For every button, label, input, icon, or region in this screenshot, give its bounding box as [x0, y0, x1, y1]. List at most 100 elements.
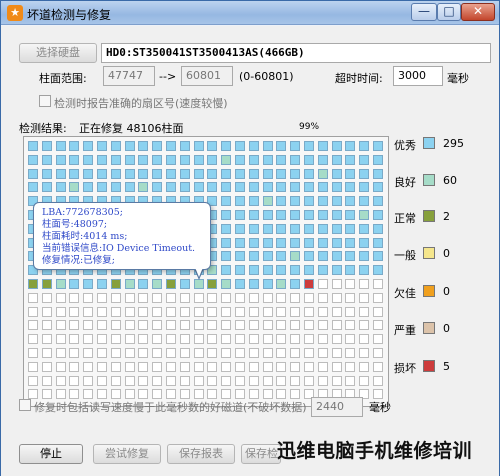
- cylinder-cell-empty[interactable]: [124, 334, 135, 345]
- cylinder-cell-excellent[interactable]: [248, 154, 259, 165]
- cylinder-cell-empty[interactable]: [207, 375, 218, 386]
- cylinder-cell-excellent[interactable]: [262, 265, 273, 276]
- cylinder-cell-excellent[interactable]: [290, 168, 301, 179]
- cylinder-cell-empty[interactable]: [221, 320, 232, 331]
- cylinder-cell-excellent[interactable]: [248, 196, 259, 207]
- cylinder-cell-excellent[interactable]: [290, 237, 301, 248]
- cylinder-cell-empty[interactable]: [193, 320, 204, 331]
- cylinder-cell-empty[interactable]: [317, 306, 328, 317]
- cylinder-cell-excellent[interactable]: [124, 154, 135, 165]
- cylinder-cell-empty[interactable]: [55, 320, 66, 331]
- cylinder-cell-empty[interactable]: [221, 389, 232, 400]
- cylinder-cell-excellent[interactable]: [221, 182, 232, 193]
- cylinder-cell-empty[interactable]: [207, 320, 218, 331]
- timeout-input[interactable]: 3000: [393, 66, 443, 86]
- cylinder-cell-empty[interactable]: [235, 348, 245, 358]
- cylinder-cell-empty[interactable]: [276, 348, 287, 358]
- cylinder-cell-good[interactable]: [69, 182, 80, 193]
- cylinder-cell-excellent[interactable]: [248, 265, 259, 276]
- cylinder-cell-empty[interactable]: [110, 348, 121, 358]
- cylinder-cell-empty[interactable]: [373, 334, 383, 345]
- cylinder-cell-excellent[interactable]: [345, 210, 356, 220]
- cylinder-cell-excellent[interactable]: [276, 141, 287, 151]
- cylinder-cell-excellent[interactable]: [290, 196, 301, 207]
- cylinder-cell-empty[interactable]: [248, 361, 259, 372]
- cylinder-cell-empty[interactable]: [28, 389, 38, 400]
- cylinder-cell-excellent[interactable]: [345, 182, 356, 193]
- cylinder-cell-excellent[interactable]: [304, 154, 314, 165]
- cylinder-cell-empty[interactable]: [166, 375, 176, 386]
- cylinder-cell-empty[interactable]: [207, 389, 218, 400]
- cylinder-cell-empty[interactable]: [235, 375, 245, 386]
- cylinder-cell-excellent[interactable]: [221, 168, 232, 179]
- cylinder-cell-normal[interactable]: [28, 279, 38, 289]
- cylinder-cell-excellent[interactable]: [152, 154, 163, 165]
- cylinder-cell-normal[interactable]: [207, 279, 218, 289]
- cylinder-cell-empty[interactable]: [248, 306, 259, 317]
- report-sector-checkbox[interactable]: [39, 95, 51, 107]
- cylinder-cell-excellent[interactable]: [69, 279, 80, 289]
- cylinder-cell-empty[interactable]: [55, 306, 66, 317]
- cylinder-cell-empty[interactable]: [28, 375, 38, 386]
- cylinder-cell-empty[interactable]: [373, 320, 383, 331]
- cylinder-cell-excellent[interactable]: [248, 141, 259, 151]
- cylinder-cell-excellent[interactable]: [359, 237, 370, 248]
- cylinder-cell-empty[interactable]: [235, 334, 245, 345]
- cylinder-cell-empty[interactable]: [28, 292, 38, 303]
- cylinder-cell-excellent[interactable]: [248, 210, 259, 220]
- cylinder-cell-empty[interactable]: [248, 389, 259, 400]
- cylinder-cell-empty[interactable]: [359, 375, 370, 386]
- cylinder-cell-empty[interactable]: [138, 320, 149, 331]
- cylinder-cell-excellent[interactable]: [317, 196, 328, 207]
- cylinder-cell-excellent[interactable]: [331, 251, 342, 262]
- cylinder-cell-excellent[interactable]: [345, 154, 356, 165]
- cylinder-cell-excellent[interactable]: [304, 210, 314, 220]
- cylinder-cell-excellent[interactable]: [290, 279, 301, 289]
- cylinder-cell-excellent[interactable]: [179, 182, 190, 193]
- cylinder-cell-excellent[interactable]: [221, 210, 232, 220]
- cylinder-cell-excellent[interactable]: [235, 154, 245, 165]
- cylinder-cell-empty[interactable]: [331, 279, 342, 289]
- cylinder-cell-excellent[interactable]: [317, 154, 328, 165]
- cylinder-cell-excellent[interactable]: [276, 251, 287, 262]
- cylinder-cell-excellent[interactable]: [373, 223, 383, 234]
- cylinder-cell-empty[interactable]: [317, 334, 328, 345]
- cylinder-cell-excellent[interactable]: [221, 237, 232, 248]
- cylinder-cell-empty[interactable]: [345, 348, 356, 358]
- cylinder-cell-empty[interactable]: [221, 361, 232, 372]
- cylinder-cell-empty[interactable]: [345, 334, 356, 345]
- cylinder-cell-empty[interactable]: [166, 348, 176, 358]
- cylinder-cell-empty[interactable]: [193, 334, 204, 345]
- cylinder-cell-excellent[interactable]: [138, 154, 149, 165]
- cylinder-cell-empty[interactable]: [193, 348, 204, 358]
- cylinder-cell-good[interactable]: [276, 279, 287, 289]
- cylinder-cell-empty[interactable]: [124, 348, 135, 358]
- cylinder-cell-empty[interactable]: [331, 375, 342, 386]
- cylinder-cell-empty[interactable]: [248, 375, 259, 386]
- cylinder-cell-empty[interactable]: [97, 361, 107, 372]
- cylinder-cell-empty[interactable]: [166, 292, 176, 303]
- cylinder-cell-empty[interactable]: [373, 375, 383, 386]
- cylinder-cell-empty[interactable]: [69, 306, 80, 317]
- cylinder-cell-excellent[interactable]: [124, 168, 135, 179]
- cylinder-cell-empty[interactable]: [373, 292, 383, 303]
- cylinder-cell-empty[interactable]: [345, 292, 356, 303]
- cylinder-cell-excellent[interactable]: [262, 141, 273, 151]
- cylinder-cell-excellent[interactable]: [28, 154, 38, 165]
- cylinder-cell-excellent[interactable]: [83, 141, 94, 151]
- cylinder-cell-excellent[interactable]: [276, 196, 287, 207]
- cylinder-cell-empty[interactable]: [290, 361, 301, 372]
- cylinder-cell-empty[interactable]: [124, 306, 135, 317]
- cylinder-cell-excellent[interactable]: [235, 182, 245, 193]
- cylinder-cell-empty[interactable]: [331, 320, 342, 331]
- cylinder-cell-excellent[interactable]: [193, 154, 204, 165]
- cylinder-cell-empty[interactable]: [221, 292, 232, 303]
- cylinder-cell-excellent[interactable]: [69, 168, 80, 179]
- cylinder-cell-excellent[interactable]: [55, 141, 66, 151]
- cylinder-cell-empty[interactable]: [83, 334, 94, 345]
- cylinder-cell-good[interactable]: [262, 196, 273, 207]
- cylinder-cell-excellent[interactable]: [152, 141, 163, 151]
- cylinder-cell-empty[interactable]: [166, 306, 176, 317]
- cylinder-cell-empty[interactable]: [262, 348, 273, 358]
- cylinder-cell-excellent[interactable]: [193, 182, 204, 193]
